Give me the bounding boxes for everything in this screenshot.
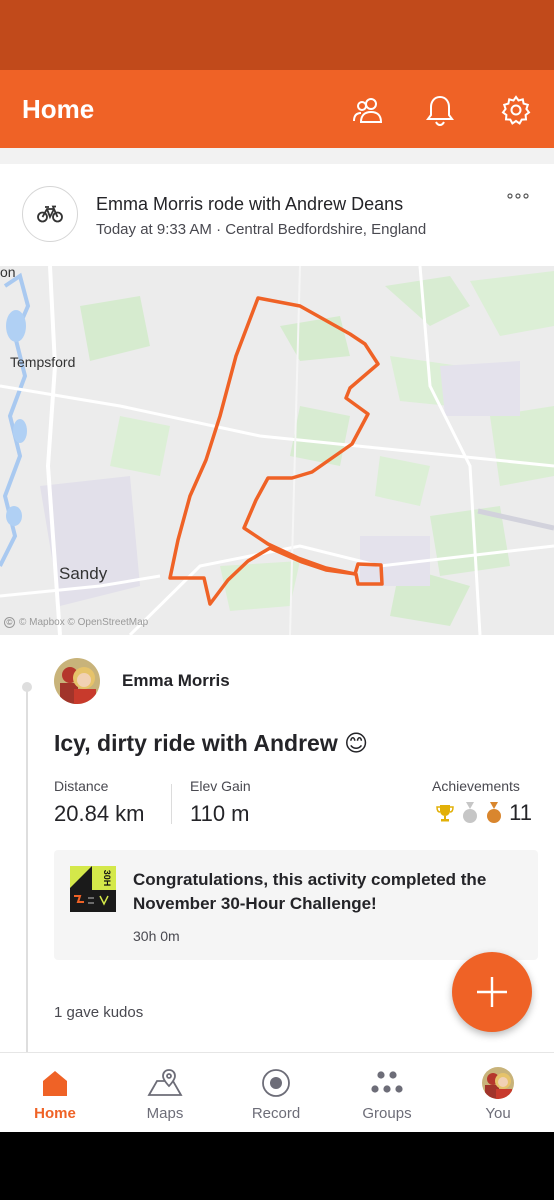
- status-bar: [0, 0, 554, 70]
- stat-elev-gain: Elev Gain 110 m: [190, 778, 251, 826]
- home-icon: [0, 1067, 110, 1099]
- bronze-medal-icon: [487, 802, 502, 823]
- page-title: Home: [22, 94, 95, 124]
- avatar: [443, 1067, 553, 1099]
- kudos-count[interactable]: 1 gave kudos: [54, 1004, 143, 1021]
- activity-headline[interactable]: Emma Morris rode with Andrew Deans: [96, 194, 403, 215]
- tab-record[interactable]: Record: [221, 1053, 331, 1133]
- athlete-name[interactable]: Emma Morris: [122, 671, 230, 691]
- achievements-count: 11: [509, 800, 532, 825]
- people-icon[interactable]: [348, 90, 388, 130]
- stat-achievements[interactable]: Achievements 11: [432, 778, 532, 826]
- bottom-tab-bar: Home Maps Record Groups You: [0, 1052, 554, 1132]
- timeline-line: [26, 688, 28, 1052]
- stat-distance: Distance 20.84 km: [54, 778, 145, 826]
- activity-header: Emma Morris rode with Andrew Deans Today…: [0, 164, 554, 266]
- challenge-badge-icon: 30H: [70, 866, 116, 912]
- activity-subline: Today at 9:33 AM · Central Bedfordshire,…: [96, 221, 427, 238]
- trophy-icon: [436, 805, 454, 822]
- athlete-avatar[interactable]: [54, 658, 100, 704]
- more-options-icon[interactable]: [500, 186, 536, 206]
- record-icon: [221, 1067, 331, 1099]
- challenge-banner[interactable]: 30H Congratulations, this activity compl…: [54, 850, 538, 960]
- bike-icon: [22, 186, 78, 242]
- svg-text:30H: 30H: [102, 870, 112, 887]
- challenge-duration: 30h 0m: [133, 928, 180, 944]
- map-label-sandy: Sandy: [59, 564, 108, 583]
- map-label-tempsford: Tempsford: [10, 354, 76, 370]
- add-button[interactable]: [452, 952, 532, 1032]
- system-navigation-bar: [0, 1132, 554, 1200]
- challenge-text: Congratulations, this activity completed…: [133, 870, 487, 913]
- groups-icon: [332, 1067, 442, 1099]
- tab-home[interactable]: Home: [0, 1053, 110, 1133]
- gear-icon[interactable]: [496, 90, 536, 130]
- tab-you[interactable]: You: [443, 1053, 553, 1133]
- silver-medal-icon: [463, 802, 478, 823]
- map-icon: [110, 1067, 220, 1099]
- stat-divider: [171, 784, 172, 824]
- plus-icon: [477, 977, 507, 1007]
- app-header: Home: [0, 70, 554, 148]
- map-attribution[interactable]: © © Mapbox © OpenStreetMap: [4, 617, 148, 628]
- bell-icon[interactable]: [420, 90, 460, 130]
- tab-groups[interactable]: Groups: [332, 1053, 442, 1133]
- activity-card[interactable]: Emma Morris rode with Andrew Deans Today…: [0, 164, 554, 1052]
- timeline-dot: [22, 682, 32, 692]
- tab-maps[interactable]: Maps: [110, 1053, 220, 1133]
- activity-feed[interactable]: Emma Morris rode with Andrew Deans Today…: [0, 148, 554, 1052]
- map-label-on: on: [0, 266, 16, 280]
- route-map[interactable]: on Tempsford Sandy © © Mapbox © OpenStree…: [0, 266, 554, 635]
- activity-title[interactable]: Icy, dirty ride with Andrew 😊: [54, 730, 368, 757]
